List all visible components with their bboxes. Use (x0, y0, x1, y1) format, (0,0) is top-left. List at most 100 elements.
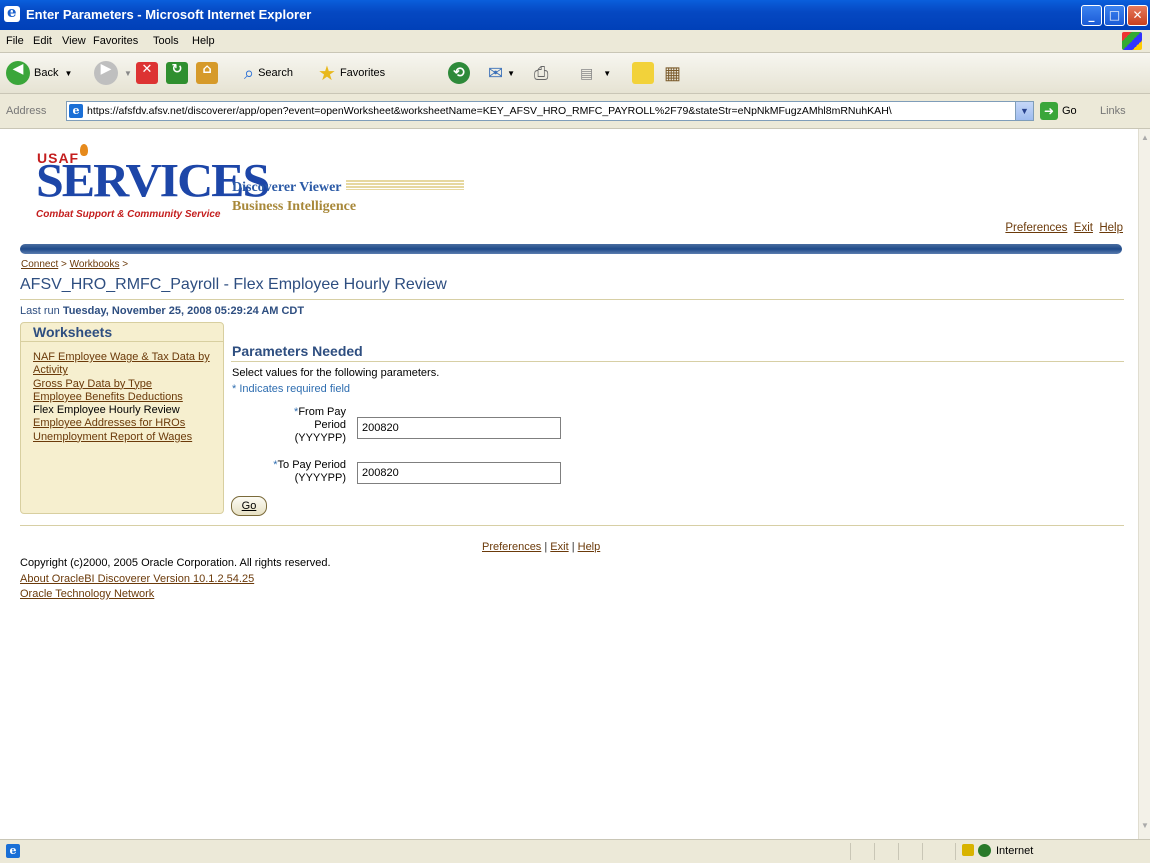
chevron-down-icon: ▼ (64, 68, 73, 78)
footer-preferences-link[interactable]: Preferences (482, 541, 541, 553)
parameters-divider (231, 361, 1124, 362)
window-titlebar: Enter Parameters - Microsoft Internet Ex… (0, 0, 1150, 30)
print-button[interactable]: ⎙ (534, 59, 548, 87)
stop-icon: ✕ (136, 62, 158, 84)
search-button[interactable]: ⌕ Search (244, 59, 293, 87)
worksheets-list: NAF Employee Wage & Tax Data by Activity… (33, 351, 223, 444)
menu-favorites[interactable]: Favorites (93, 35, 138, 47)
edit-icon: ▤ (580, 64, 594, 81)
menu-file[interactable]: File (6, 35, 24, 47)
last-run: Last run Tuesday, November 25, 2008 05:2… (20, 305, 304, 317)
help-link[interactable]: Help (1099, 222, 1123, 234)
parameters-instructions: Select values for the following paramete… (232, 367, 440, 379)
links-toolbar[interactable]: Links (1100, 105, 1126, 117)
menu-help[interactable]: Help (192, 35, 215, 47)
forward-arrow-icon: ▶ (94, 61, 118, 85)
maximize-button[interactable]: □ (1104, 5, 1125, 26)
address-input[interactable]: e https://afsfdv.afsv.net/discoverer/app… (66, 101, 1034, 121)
preferences-link[interactable]: Preferences (1005, 222, 1067, 234)
close-button[interactable]: ✕ (1127, 5, 1148, 26)
home-button[interactable]: ⌂ (196, 59, 218, 87)
copyright-text: Copyright (c)2000, 2005 Oracle Corporati… (20, 557, 331, 569)
favorites-button[interactable]: ★ Favorites (318, 59, 385, 87)
stop-button[interactable]: ✕ (136, 59, 158, 87)
address-label: Address (6, 105, 47, 117)
edit-button[interactable]: ▤ ▼ (580, 59, 611, 87)
footer-separator: | (544, 541, 548, 553)
worksheet-link[interactable]: Employee Addresses for HROs (33, 417, 185, 429)
research-button[interactable]: ▦ (664, 59, 681, 87)
breadcrumb-separator: > (122, 259, 129, 270)
back-arrow-icon: ◀ (6, 61, 30, 85)
back-label: Back (34, 67, 59, 79)
exit-link[interactable]: Exit (1074, 222, 1093, 234)
status-divider (955, 843, 956, 860)
search-label: Search (258, 67, 293, 79)
page-icon: e (69, 104, 83, 118)
logo-decoration (346, 180, 464, 190)
footer-help-link[interactable]: Help (578, 541, 601, 553)
status-divider (922, 843, 923, 860)
page-content: USAF SERVICES Combat Support & Community… (0, 129, 1138, 839)
print-icon: ⎙ (534, 62, 549, 83)
window-title: Enter Parameters - Microsoft Internet Ex… (26, 7, 312, 22)
address-url[interactable]: https://afsfdv.afsv.net/discoverer/app/o… (87, 105, 1007, 117)
worksheet-link[interactable]: Gross Pay Data by Type (33, 378, 152, 390)
global-links: Preferences Exit Help (1005, 222, 1123, 234)
back-button[interactable]: ◀ Back ▼ (6, 59, 72, 87)
favorites-label: Favorites (339, 67, 386, 79)
address-dropdown-icon[interactable]: ▼ (1015, 102, 1033, 120)
worksheet-link[interactable]: Unemployment Report of Wages (33, 431, 192, 443)
scroll-up-icon[interactable]: ▲ (1139, 133, 1150, 147)
address-bar: Address e https://afsfdv.afsv.net/discov… (0, 94, 1150, 129)
from-pay-period-input[interactable] (357, 417, 561, 439)
breadcrumb-separator: > (61, 259, 67, 270)
globe-icon (978, 844, 991, 857)
go-arrow-icon: ➜ (1040, 102, 1058, 120)
worksheets-panel: Worksheets NAF Employee Wage & Tax Data … (20, 322, 224, 514)
go-button-label: Go (241, 500, 257, 512)
required-note: * Indicates required field (232, 383, 351, 395)
title-divider (20, 299, 1124, 300)
note-icon (632, 62, 654, 84)
from-period-label-2: Period (314, 419, 346, 431)
to-pay-period-input[interactable] (357, 462, 561, 484)
otn-link[interactable]: Oracle Technology Network (20, 588, 154, 600)
breadcrumb-workbooks[interactable]: Workbooks (70, 259, 120, 270)
parameters-heading: Parameters Needed (232, 343, 363, 359)
last-run-value: Tuesday, November 25, 2008 05:29:24 AM C… (62, 305, 305, 317)
refresh-button[interactable]: ↻ (166, 59, 188, 87)
scroll-down-icon[interactable]: ▼ (1139, 821, 1150, 835)
menu-bar: File Edit View Favorites Tools Help (0, 30, 1150, 53)
address-go-label: Go (1062, 105, 1077, 117)
discuss-button[interactable] (632, 59, 654, 87)
minimize-button[interactable]: _ (1081, 5, 1102, 26)
footer-divider (20, 525, 1124, 526)
worksheets-header: Worksheets (21, 323, 223, 342)
menu-view[interactable]: View (62, 35, 86, 47)
footer-exit-link[interactable]: Exit (550, 541, 568, 553)
chevron-down-icon: ▼ (124, 68, 132, 78)
home-icon: ⌂ (196, 62, 218, 84)
chevron-down-icon: ▼ (603, 68, 612, 78)
product-name: Discoverer Viewer (232, 180, 342, 195)
vertical-scrollbar[interactable]: ▲ ▼ (1138, 129, 1150, 839)
mail-icon: ✉ (488, 62, 504, 83)
mail-button[interactable]: ✉ ▼ (488, 59, 515, 87)
chevron-down-icon: ▼ (507, 68, 516, 78)
forward-button[interactable]: ▶ ▼ (94, 59, 132, 87)
security-zone: Internet (996, 845, 1034, 857)
go-button[interactable]: Go (231, 496, 267, 516)
status-divider (850, 843, 851, 860)
to-period-label-1: To Pay Period (277, 459, 346, 471)
address-go-button[interactable]: ➜ Go (1040, 102, 1077, 120)
breadcrumb-connect[interactable]: Connect (21, 259, 58, 270)
menu-tools[interactable]: Tools (153, 35, 179, 47)
footer-separator: | (571, 541, 575, 553)
about-link[interactable]: About OracleBI Discoverer Version 10.1.2… (20, 573, 254, 585)
last-run-label: Last run (20, 305, 60, 317)
menu-edit[interactable]: Edit (33, 35, 52, 47)
worksheet-link[interactable]: Employee Benefits Deductions (33, 391, 183, 403)
history-button[interactable]: ⟲ (448, 59, 470, 87)
worksheet-link[interactable]: NAF Employee Wage & Tax Data by Activity (33, 351, 210, 376)
